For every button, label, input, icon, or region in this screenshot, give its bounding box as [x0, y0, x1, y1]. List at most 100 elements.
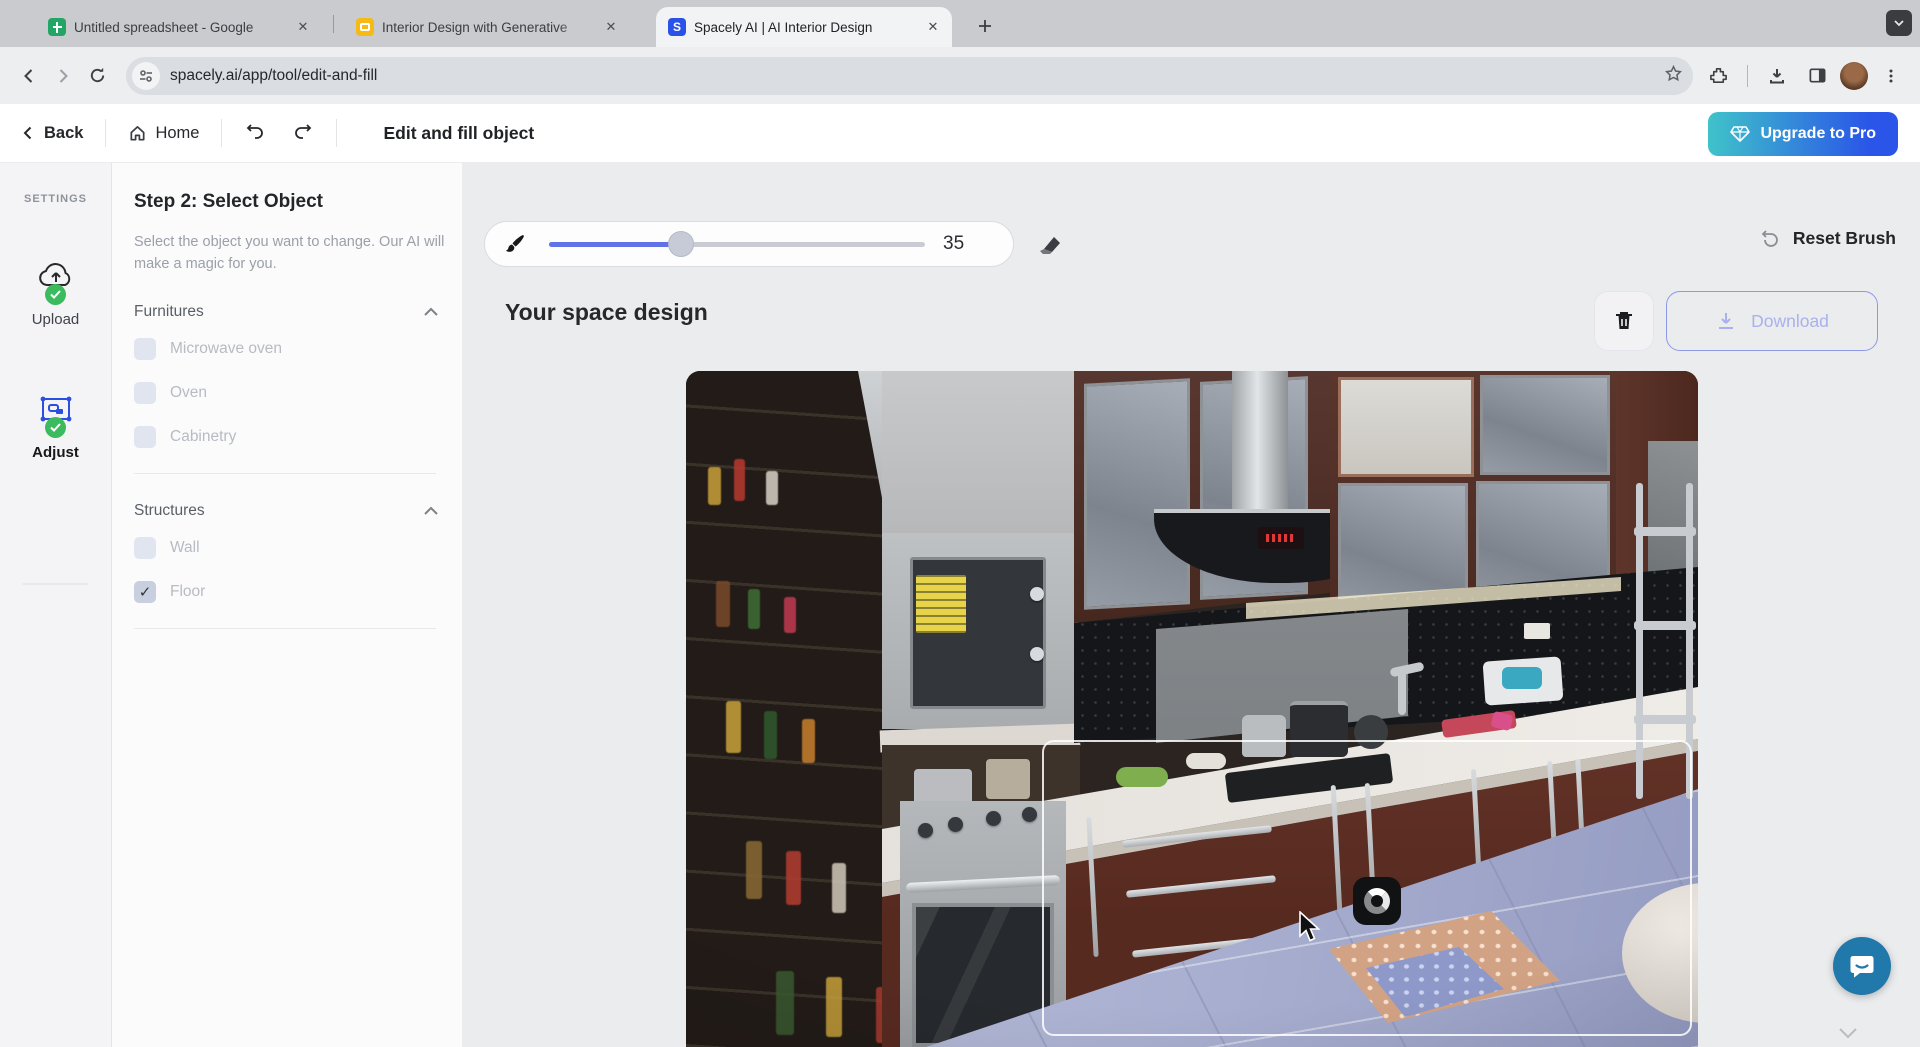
brush-size-slider[interactable] — [549, 242, 925, 247]
reset-brush-label: Reset Brush — [1793, 228, 1896, 249]
select-object-panel: Step 2: Select Object Select the object … — [112, 163, 462, 1047]
checkbox-row-microwave-oven[interactable]: Microwave oven — [134, 327, 442, 371]
checkbox-unchecked[interactable] — [134, 537, 156, 559]
delete-design-button[interactable] — [1594, 291, 1654, 351]
side-panel-icon[interactable] — [1800, 59, 1834, 93]
upload-complete-check-icon — [45, 284, 66, 305]
back-icon[interactable] — [12, 59, 46, 93]
eraser-icon[interactable] — [1034, 231, 1064, 259]
reset-icon — [1759, 227, 1781, 249]
space-design-image[interactable] — [686, 371, 1698, 1047]
header-divider — [221, 119, 222, 147]
url-text[interactable]: spacely.ai/app/tool/edit-and-fill — [170, 67, 1656, 85]
panel-title: Step 2: Select Object — [134, 191, 442, 213]
checkbox-row-wall[interactable]: Wall — [134, 526, 442, 570]
redo-icon[interactable] — [292, 120, 314, 147]
download-icon — [1715, 310, 1737, 332]
close-tab-icon[interactable]: ✕ — [294, 18, 312, 36]
google-sheets-favicon — [48, 18, 66, 36]
checkbox-label: Microwave oven — [170, 340, 282, 358]
close-tab-icon[interactable]: ✕ — [602, 18, 620, 36]
panel-description: Select the object you want to change. Ou… — [134, 231, 452, 275]
scroll-chevron-icon[interactable] — [1838, 1026, 1858, 1044]
profile-avatar[interactable] — [1840, 62, 1868, 90]
toolbar-separator — [1747, 65, 1748, 87]
step-upload[interactable]: Upload — [0, 261, 111, 328]
panel-divider — [134, 628, 436, 629]
checkbox-unchecked[interactable] — [134, 426, 156, 448]
home-button[interactable]: Home — [128, 124, 199, 143]
browser-menu-icon[interactable] — [1874, 59, 1908, 93]
google-slides-favicon — [356, 18, 374, 36]
loading-spinner — [1353, 877, 1401, 925]
trash-icon — [1612, 309, 1636, 333]
undo-icon[interactable] — [244, 120, 266, 147]
group-label: Furnitures — [134, 303, 204, 321]
checkbox-row-floor[interactable]: Floor — [134, 570, 442, 614]
step-adjust[interactable]: Adjust — [0, 394, 111, 461]
download-button[interactable]: Download — [1666, 291, 1878, 351]
mouse-cursor — [1298, 911, 1324, 943]
page-title: Edit and fill object — [383, 123, 534, 144]
step-label: Adjust — [32, 444, 79, 461]
browser-toolbar: spacely.ai/app/tool/edit-and-fill — [0, 47, 1920, 104]
canvas-title: Your space design — [505, 299, 708, 326]
chat-bubble-icon — [1848, 953, 1876, 980]
chat-launcher[interactable] — [1833, 937, 1891, 995]
tab-overflow-chevron-icon[interactable] — [1886, 10, 1912, 36]
slider-fill — [549, 242, 681, 247]
download-label: Download — [1751, 311, 1829, 332]
group-structures[interactable]: Structures — [134, 502, 438, 520]
brush-icon[interactable] — [503, 232, 527, 256]
checkbox-row-cabinetry[interactable]: Cabinetry — [134, 415, 442, 459]
brush-size-value: 35 — [943, 233, 964, 255]
gem-icon — [1730, 125, 1750, 143]
bookmark-star-icon[interactable] — [1664, 64, 1683, 88]
group-label: Structures — [134, 502, 205, 520]
tab-separator — [333, 15, 334, 33]
header-divider — [105, 119, 106, 147]
checkbox-label: Floor — [170, 583, 205, 601]
downloads-icon[interactable] — [1760, 59, 1794, 93]
header-divider — [336, 119, 337, 147]
app-header: Back Home Edit and fill object Upgrade t… — [0, 104, 1920, 163]
panel-divider — [134, 473, 436, 474]
spacely-favicon: S — [668, 18, 686, 36]
forward-icon[interactable] — [46, 59, 80, 93]
settings-rail: SETTINGS Upload Adjust — [0, 163, 112, 1047]
slider-thumb[interactable] — [668, 231, 694, 257]
group-furnitures[interactable]: Furnitures — [134, 303, 438, 321]
back-label: Back — [44, 124, 83, 143]
chevron-up-icon[interactable] — [424, 303, 438, 321]
reload-icon[interactable] — [80, 59, 114, 93]
tab-title: Interior Design with Generative — [382, 20, 596, 35]
checkbox-checked[interactable] — [134, 581, 156, 603]
checkbox-label: Cabinetry — [170, 428, 236, 446]
checkbox-unchecked[interactable] — [134, 382, 156, 404]
chevron-up-icon[interactable] — [424, 502, 438, 520]
upgrade-label: Upgrade to Pro — [1760, 125, 1876, 143]
tab-title: Untitled spreadsheet - Google — [74, 20, 288, 35]
checkbox-label: Wall — [170, 539, 200, 557]
rail-caption: SETTINGS — [0, 193, 111, 205]
back-button[interactable]: Back — [20, 124, 83, 143]
site-settings-icon[interactable] — [132, 62, 160, 90]
main-content: 35 Reset Brush Your space design — [462, 163, 1920, 1047]
browser-tab-strip: Untitled spreadsheet - Google ✕ Interior… — [0, 0, 1920, 47]
close-tab-icon[interactable]: ✕ — [924, 18, 942, 36]
step-label: Upload — [32, 311, 80, 328]
checkbox-unchecked[interactable] — [134, 338, 156, 360]
tab-spacely-active[interactable]: S Spacely AI | AI Interior Design ✕ — [656, 7, 952, 47]
rail-divider — [22, 583, 89, 585]
extensions-icon[interactable] — [1701, 59, 1735, 93]
upgrade-to-pro-button[interactable]: Upgrade to Pro — [1708, 112, 1898, 156]
brush-toolbar: 35 — [484, 221, 1014, 267]
checkbox-row-oven[interactable]: Oven — [134, 371, 442, 415]
tab-slides[interactable]: Interior Design with Generative ✕ — [344, 7, 630, 47]
home-label: Home — [155, 124, 199, 143]
new-tab-button[interactable] — [972, 13, 998, 39]
tab-spreadsheet[interactable]: Untitled spreadsheet - Google ✕ — [36, 7, 322, 47]
reset-brush-button[interactable]: Reset Brush — [1759, 227, 1896, 249]
address-bar[interactable]: spacely.ai/app/tool/edit-and-fill — [126, 57, 1693, 95]
checkbox-label: Oven — [170, 384, 207, 402]
